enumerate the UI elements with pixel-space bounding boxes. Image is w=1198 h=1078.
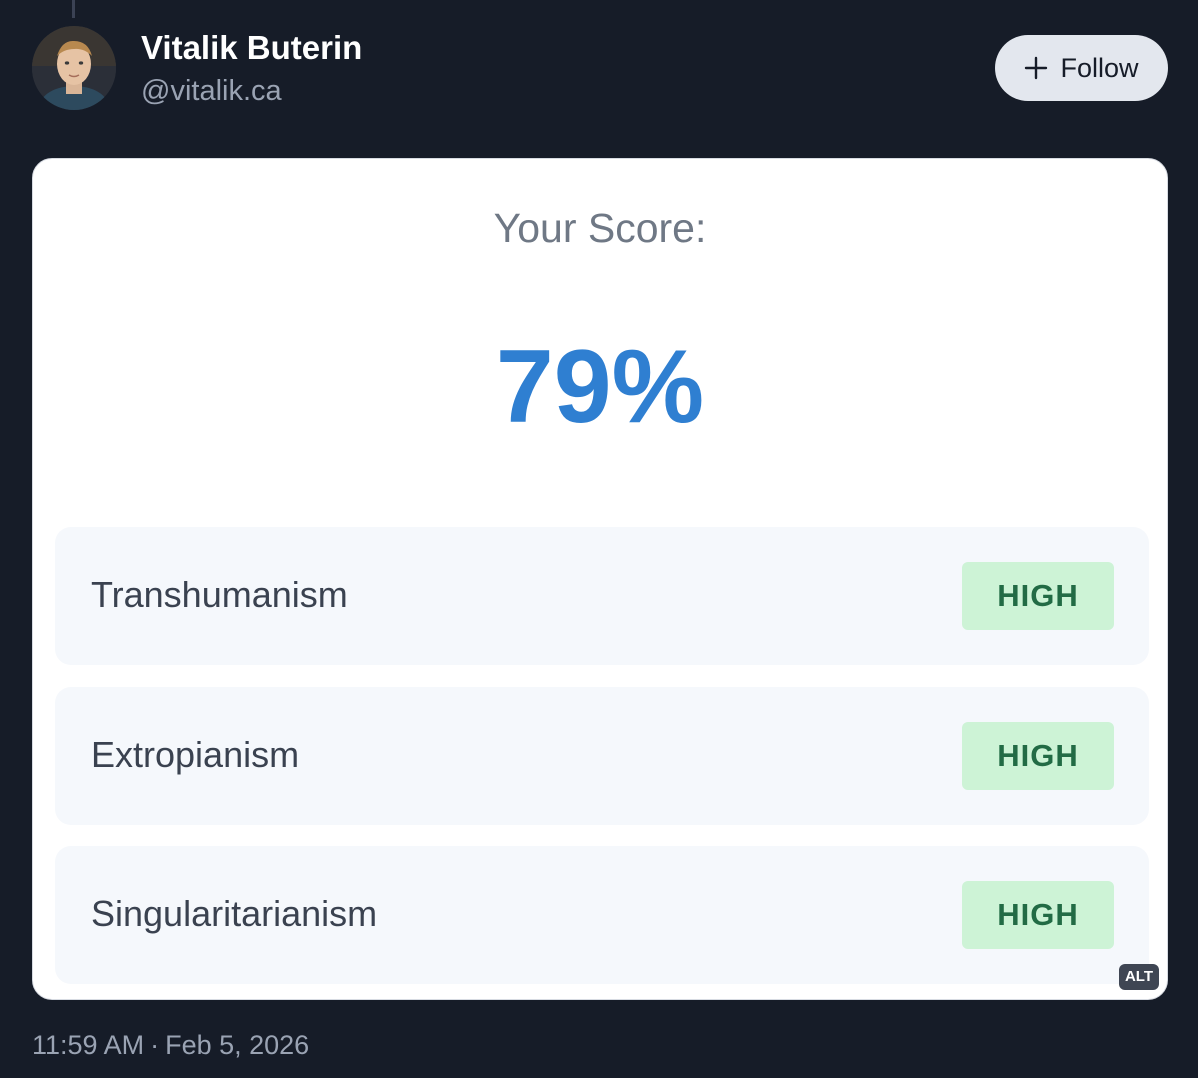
trait-name: Transhumanism — [91, 574, 348, 615]
score-value: 79% — [495, 329, 705, 445]
alt-text-badge[interactable]: ALT — [1119, 964, 1159, 990]
trait-level-badge: HIGH — [962, 562, 1114, 630]
profile-photo-icon — [32, 26, 116, 110]
trait-row-transhumanism: Transhumanism HIGH — [55, 527, 1149, 665]
trait-row-extropianism: Extropianism HIGH — [55, 687, 1149, 825]
post-timestamp[interactable]: 11:59 AM · Feb 5, 2026 — [32, 1026, 309, 1064]
post-date: Feb 5, 2026 — [165, 1030, 310, 1060]
trait-name: Singularitarianism — [91, 893, 378, 934]
author-name[interactable]: Vitalik Buterin — [141, 27, 362, 69]
timestamp-separator: · — [150, 1030, 160, 1060]
trait-name: Extropianism — [91, 734, 300, 775]
post-view: Vitalik Buterin @vitalik.ca Follow Your … — [0, 0, 1198, 1078]
post-image[interactable]: Your Score: 79% Transhumanism HIGH Extro… — [32, 158, 1168, 1000]
follow-button-label: Follow — [1060, 52, 1139, 83]
avatar[interactable] — [32, 26, 116, 110]
thread-connector-line — [72, 0, 75, 18]
trait-level-badge: HIGH — [962, 881, 1114, 949]
score-label: Your Score: — [493, 205, 707, 251]
trait-row-singularitarianism: Singularitarianism HIGH — [55, 846, 1149, 984]
follow-button[interactable]: Follow — [995, 35, 1168, 101]
trait-level-badge: HIGH — [962, 722, 1114, 790]
author-handle[interactable]: @vitalik.ca — [141, 71, 282, 111]
plus-icon — [1024, 56, 1048, 80]
post-time: 11:59 AM — [32, 1030, 145, 1060]
